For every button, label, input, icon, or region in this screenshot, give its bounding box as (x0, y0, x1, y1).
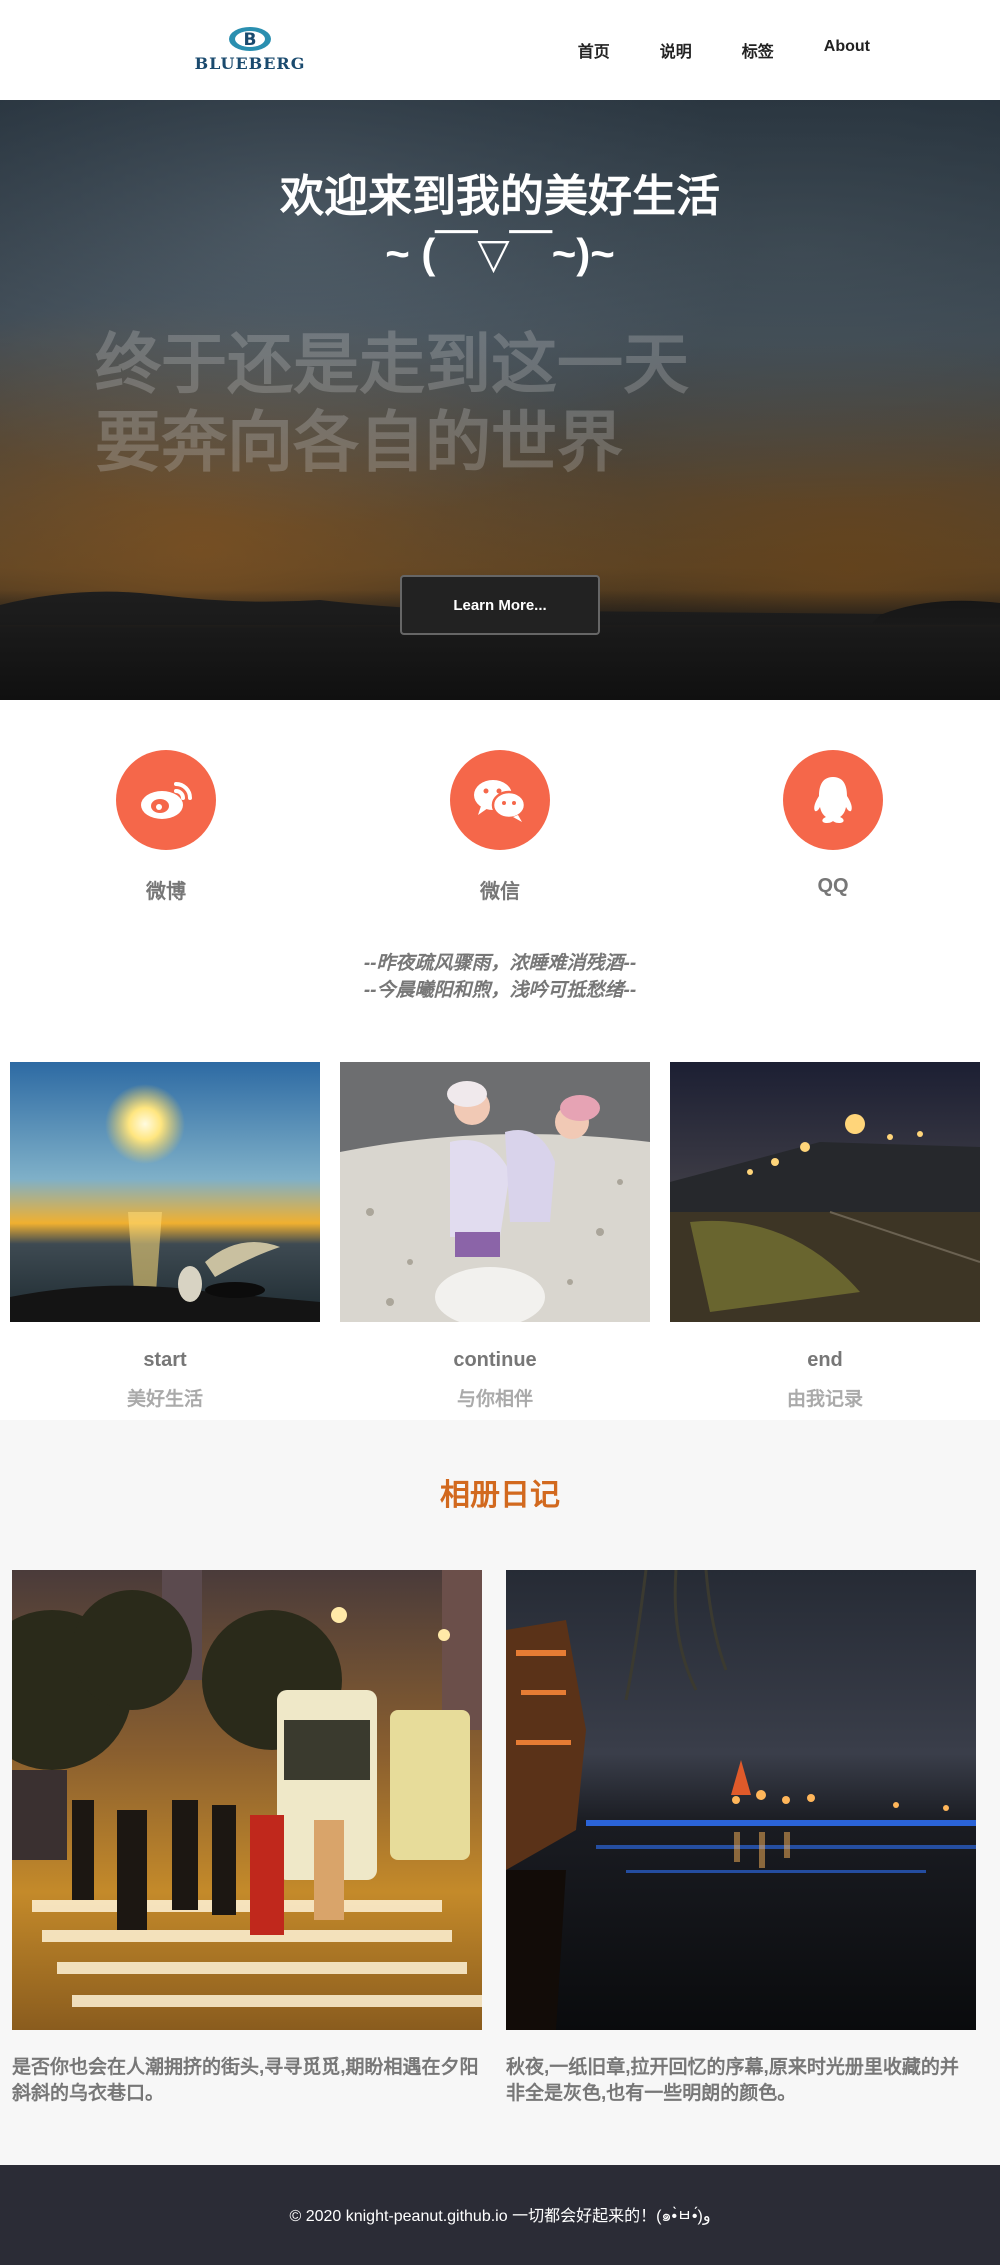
watermark-line-2: 要奔向各自的世界 (95, 403, 623, 481)
logo-icon: B (229, 27, 271, 51)
svg-text:B: B (244, 30, 257, 50)
photo-cards: start 美好生活 continue 与你相伴 end 由我记录 (0, 1062, 1000, 1420)
card-continue[interactable]: continue 与你相伴 (340, 1062, 650, 1411)
card-subtitle-continue: 与你相伴 (456, 1389, 533, 1410)
social-weibo[interactable]: 微博 (66, 750, 266, 904)
learn-more-button[interactable]: Learn More... (400, 575, 600, 635)
card-title-end: end (807, 1349, 843, 1371)
social-wechat[interactable]: 微信 (400, 750, 600, 904)
nav-about-info[interactable]: 说明 (660, 38, 692, 62)
album-section: 相册日记 是否你也会在人潮拥挤的街头,寻寻觅觅,期盼相遇在夕阳斜斜的乌衣巷口。 … (0, 1420, 1000, 2165)
watermark-line-1: 终于还是走到这一天 (95, 325, 689, 403)
social-label-wechat: 微信 (480, 881, 520, 903)
card-title-start: start (143, 1349, 187, 1371)
site-header: B BLUEBERG 首页 说明 标签 About (0, 0, 1000, 100)
hero-title: 欢迎来到我的美好生活 (280, 172, 720, 221)
social-label-weibo: 微博 (146, 881, 186, 903)
footer-copyright: © 2020 knight-peanut.github.io 一切都会好起来的！… (289, 2207, 711, 2225)
album-title: 相册日记 (440, 1479, 560, 1512)
social-qq[interactable]: QQ (733, 750, 933, 898)
album-caption-2: 秋夜,一纸旧章,拉开回忆的序幕,原来时光册里收藏的并非全是灰色,也有一些明朗的颜… (506, 2057, 959, 2104)
site-footer: © 2020 knight-peanut.github.io 一切都会好起来的！… (0, 2165, 1000, 2265)
hero-banner: 欢迎来到我的美好生活 ~ (￣▽￣~)~ 终于还是走到这一天 要奔向各自的世界 … (0, 100, 1000, 700)
sunset-sea-image[interactable] (10, 1062, 320, 1322)
hero-emoticon: ~ (￣▽￣~)~ (385, 230, 615, 277)
qq-icon[interactable] (783, 750, 883, 850)
logo[interactable]: B BLUEBERG (190, 26, 310, 74)
wechat-icon[interactable] (450, 750, 550, 850)
airport-night-image[interactable] (670, 1062, 980, 1322)
album-item-2[interactable]: 秋夜,一纸旧章,拉开回忆的序幕,原来时光册里收藏的并非全是灰色,也有一些明朗的颜… (506, 1570, 976, 2107)
logo-text: BLUEBERG (194, 54, 306, 73)
card-title-continue: continue (453, 1349, 537, 1371)
card-end[interactable]: end 由我记录 (670, 1062, 980, 1411)
social-label-qq: QQ (817, 875, 849, 897)
album-item-1[interactable]: 是否你也会在人潮拥挤的街头,寻寻觅觅,期盼相遇在夕阳斜斜的乌衣巷口。 (12, 1570, 482, 2107)
crosswalk-night-image[interactable] (12, 1570, 482, 2030)
lake-night-image[interactable] (506, 1570, 976, 2030)
card-start[interactable]: start 美好生活 (10, 1062, 320, 1411)
social-section: 微博 微信 QQ (0, 700, 1000, 910)
hero-watermark-text: 终于还是走到这一天 要奔向各自的世界 (95, 325, 689, 481)
card-subtitle-end: 由我记录 (786, 1389, 863, 1410)
nav-tags[interactable]: 标签 (742, 38, 774, 62)
main-nav: 首页 说明 标签 About (528, 38, 870, 62)
nav-home[interactable]: 首页 (578, 38, 610, 62)
album-caption-1: 是否你也会在人潮拥挤的街头,寻寻觅觅,期盼相遇在夕阳斜斜的乌衣巷口。 (12, 2057, 479, 2104)
snow-children-image[interactable] (340, 1062, 650, 1322)
card-subtitle-start: 美好生活 (126, 1389, 203, 1410)
poem-line-1: --昨夜疏风骤雨，浓睡难消残酒-- (363, 953, 637, 974)
poem-line-2: --今晨曦阳和煦，浅吟可抵愁绪-- (363, 980, 637, 1001)
nav-about[interactable]: About (824, 38, 870, 62)
weibo-icon[interactable] (116, 750, 216, 850)
poem-quote: --昨夜疏风骤雨，浓睡难消残酒-- --今晨曦阳和煦，浅吟可抵愁绪-- (0, 950, 1000, 1004)
